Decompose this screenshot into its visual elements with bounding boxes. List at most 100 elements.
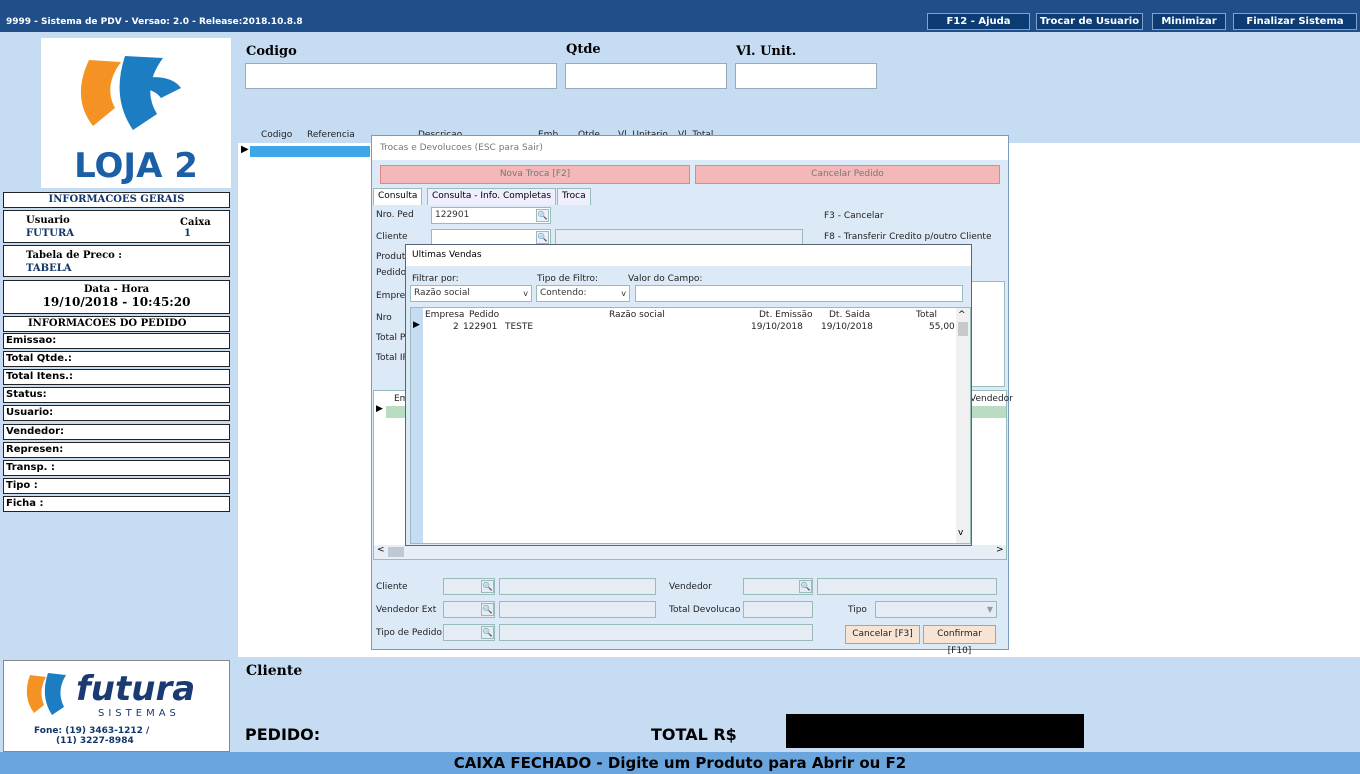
last-sales-dialog: Ultimas Vendas Filtrar por: Tipo de Filt… xyxy=(405,244,972,546)
ls-vscrollbar[interactable]: ^ v xyxy=(956,308,970,543)
total-label: TOTAL R$ xyxy=(651,725,737,744)
exch-col-vendedor[interactable]: Vendedor xyxy=(970,394,1013,404)
price-table-value: TABELA xyxy=(26,263,72,274)
total-display xyxy=(786,714,1084,748)
f3-hint: F3 - Cancelar xyxy=(824,211,884,221)
tipo-chevron-down-icon: ▼ xyxy=(986,605,993,614)
order-info-title: INFORMACOES DO PEDIDO xyxy=(3,316,230,332)
scroll-right-icon[interactable]: > xyxy=(996,545,1004,555)
representative-row: Represen: xyxy=(3,442,230,458)
scroll-left-icon[interactable]: < xyxy=(377,545,385,555)
status-row: Status: xyxy=(3,387,230,403)
datetime-value: 19/10/2018 - 10:45:20 xyxy=(42,295,191,309)
store-name: LOJA 2 xyxy=(74,146,198,186)
ls-row-empresa: 2 xyxy=(453,322,459,332)
store-logo: LOJA 2 xyxy=(41,38,231,188)
tab-info-completas[interactable]: Consulta - Info. Completas xyxy=(427,188,557,205)
nro-ped-search-icon[interactable]: 🔍 xyxy=(536,209,549,222)
datetime-box: Data - Hora 19/10/2018 - 10:45:20 xyxy=(3,280,230,314)
ls-col-pedido[interactable]: Pedido xyxy=(469,310,499,320)
exch-client-search-icon[interactable]: 🔍 xyxy=(536,231,549,244)
switch-user-button[interactable]: Trocar de Usuario xyxy=(1036,13,1143,30)
vendor-logo-text: futura xyxy=(76,669,196,709)
ls-col-total[interactable]: Total xyxy=(916,310,937,320)
qty-input[interactable] xyxy=(565,63,727,89)
ls-row-total: 55,00 xyxy=(929,322,955,332)
user-box: Usuario FUTURA Caixa 1 xyxy=(3,210,230,243)
finalize-system-button[interactable]: Finalizar Sistema xyxy=(1233,13,1357,30)
tab-troca[interactable]: Troca xyxy=(557,188,591,205)
col-code[interactable]: Codigo xyxy=(261,130,292,140)
order-user-row: Usuario: xyxy=(3,405,230,421)
unit-price-input[interactable] xyxy=(735,63,877,89)
minimize-button[interactable]: Minimizar xyxy=(1152,13,1226,30)
tab-consulta[interactable]: Consulta xyxy=(373,188,423,205)
ls-col-razao[interactable]: Razão social xyxy=(609,310,665,320)
filter-by-chevron-down-icon: v xyxy=(523,289,528,298)
bottom-seller-search-icon[interactable]: 🔍 xyxy=(799,580,812,593)
nro-label: Nro xyxy=(376,313,392,323)
nro-ped-label: Nro. Ped xyxy=(376,210,414,220)
ls-row-razao: TESTE xyxy=(505,322,534,332)
cancel-f3-button[interactable]: Cancelar [F3] xyxy=(845,625,920,644)
table-row[interactable]: 2 122901 TESTE 19/10/2018 19/10/2018 55,… xyxy=(423,322,956,334)
last-sales-grid-indicator xyxy=(411,308,423,543)
vendor-logo: futura SISTEMAS Fone: (19) 3463-1212 / (… xyxy=(3,660,230,752)
info-general-title: INFORMACOES GERAIS xyxy=(3,192,230,208)
ls-col-emissao[interactable]: Dt. Emissão xyxy=(759,310,813,320)
vendor-phone-2: (11) 3227-8984 xyxy=(56,736,134,746)
ls-row-saida: 19/10/2018 xyxy=(821,322,873,332)
filter-type-select[interactable]: Contendo: v xyxy=(536,285,630,302)
exchange-dialog-title: Trocas e Devolucoes (ESC para Sair) xyxy=(372,136,1008,160)
tipo-label: Tipo xyxy=(848,605,867,615)
tipo-select[interactable]: ▼ xyxy=(875,601,997,618)
exch-hscrollbar[interactable]: < > xyxy=(374,545,1006,559)
scroll-down-icon[interactable]: v xyxy=(958,528,963,538)
ls-col-saida[interactable]: Dt. Saida xyxy=(829,310,870,320)
carrier-row: Transp. : xyxy=(3,460,230,476)
type-row: Tipo : xyxy=(3,478,230,494)
exch-row-pointer-icon: ▶ xyxy=(376,404,383,414)
confirm-f10-button[interactable]: Confirmar [F10] xyxy=(923,625,996,656)
price-table-label: Tabela de Preco : xyxy=(26,250,122,261)
vscroll-thumb[interactable] xyxy=(958,322,968,336)
nro-ped-input[interactable]: 122901 xyxy=(431,207,551,224)
bottom-seller-label: Vendedor xyxy=(669,582,712,592)
col-reference[interactable]: Referencia xyxy=(307,130,355,140)
total-devolucao-value xyxy=(743,601,813,618)
vendor-phone-1: Fone: (19) 3463-1212 / xyxy=(34,726,150,736)
code-label: Codigo xyxy=(246,44,297,59)
bottom-client-label: Cliente xyxy=(376,582,408,592)
ls-col-empresa[interactable]: Empresa xyxy=(425,310,464,320)
total-p-label: Total P xyxy=(376,333,406,343)
total-devolucao-label: Total Devolucao xyxy=(669,605,741,615)
emission-row: Emissao: xyxy=(3,333,230,349)
bottom-client-name xyxy=(499,578,656,595)
items-grid-selected-row[interactable] xyxy=(250,146,370,157)
field-value-input[interactable] xyxy=(635,285,963,302)
hscroll-thumb[interactable] xyxy=(388,547,404,557)
ext-seller-search-icon[interactable]: 🔍 xyxy=(481,603,494,616)
pedido-label: Pedido xyxy=(376,268,407,278)
bottom-seller-name xyxy=(817,578,997,595)
row-pointer-icon: ▶ xyxy=(241,144,249,155)
code-input[interactable] xyxy=(245,63,557,89)
order-type-search-icon[interactable]: 🔍 xyxy=(481,626,494,639)
cancel-order-button[interactable]: Cancelar Pedido xyxy=(695,165,1000,184)
filter-by-value: Razão social xyxy=(414,288,470,298)
file-row: Ficha : xyxy=(3,496,230,512)
ext-seller-name xyxy=(499,601,656,618)
ls-row-pedido: 122901 xyxy=(463,322,498,332)
total-ip-label: Total IP xyxy=(376,353,408,363)
bottom-client-search-icon[interactable]: 🔍 xyxy=(481,580,494,593)
filter-by-select[interactable]: Razão social v xyxy=(410,285,532,302)
order-type-label: Tipo de Pedido xyxy=(376,628,442,638)
exch-client-label: Cliente xyxy=(376,232,408,242)
scroll-up-icon[interactable]: ^ xyxy=(958,310,966,320)
client-label: Cliente xyxy=(246,663,303,679)
user-label: Usuario xyxy=(26,215,70,226)
ls-row-emissao: 19/10/2018 xyxy=(751,322,803,332)
new-exchange-button[interactable]: Nova Troca [F2] xyxy=(380,165,690,184)
f8-hint: F8 - Transferir Credito p/outro Cliente xyxy=(824,232,992,242)
help-button[interactable]: F12 - Ajuda xyxy=(927,13,1030,30)
